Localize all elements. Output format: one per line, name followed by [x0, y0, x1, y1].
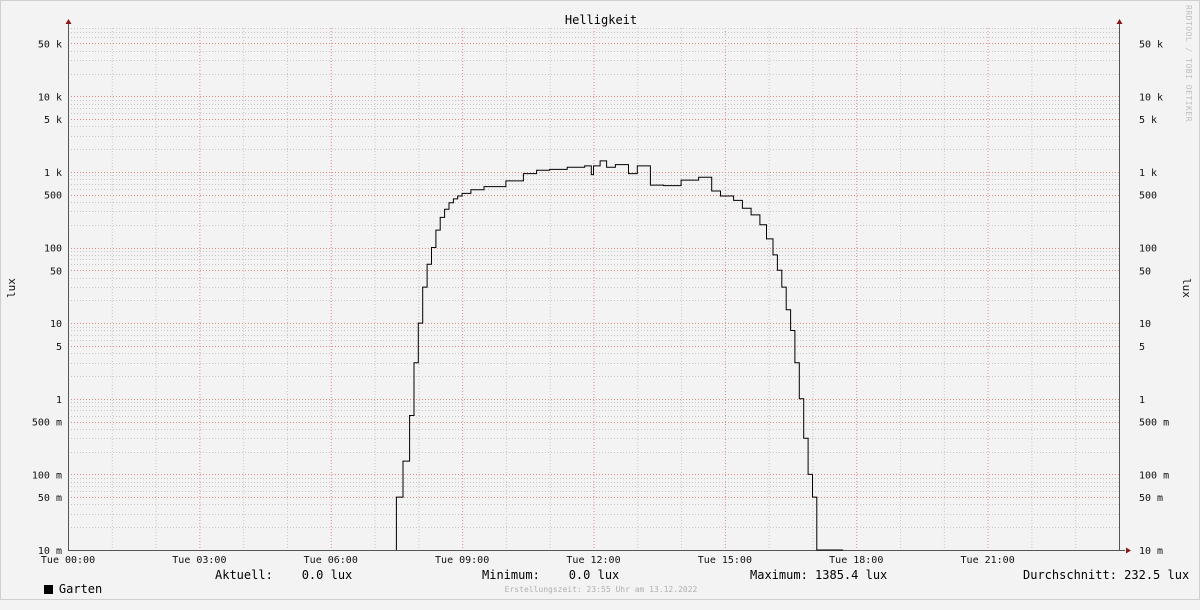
y-tick-label-left: 500	[44, 191, 62, 202]
legend-minimum: Minimum: 0.0 lux	[482, 568, 620, 582]
y-tick-label-right: 5	[1139, 342, 1145, 353]
x-tick-label: Tue 18:00	[829, 555, 883, 566]
y-tick-label-right: 50 k	[1139, 39, 1163, 50]
y-tick-label-left: 5 k	[44, 115, 62, 126]
y-tick-label-right: 50 m	[1139, 493, 1163, 504]
y-tick-label-left: 50 k	[38, 39, 62, 50]
y-tick-label-left: 10 k	[38, 92, 62, 103]
y-tick-label-right: 10	[1139, 319, 1151, 330]
y-axis-label-left: lux	[5, 278, 18, 298]
y-tick-label-left: 1	[56, 395, 62, 406]
x-axis-arrow	[1126, 547, 1131, 554]
legend-durchschnitt: Durchschnitt: 232.5 lux	[1023, 568, 1190, 582]
axes	[65, 19, 1131, 554]
y-tick-label-right: 100	[1139, 244, 1157, 255]
creation-time: Erstellungszeit: 23:55 Uhr am 13.12.2022	[504, 585, 698, 594]
x-tick-label: Tue 06:00	[304, 555, 358, 566]
chart-frame: 50 k 50 k 10 k 10 k 5 k 5 k 1 k 1 k 500 500 100 100…	[0, 0, 1200, 600]
y-axis-label-right: lux	[1180, 278, 1193, 298]
tick-labels: 50 k 50 k 10 k 10 k 5 k 5 k 1 k 1 k 500 500 100 100…	[32, 39, 1169, 566]
y-tick-label-left: 100 m	[32, 470, 62, 481]
y-tick-label-left: 10	[50, 319, 62, 330]
brightness-chart: 50 k 50 k 10 k 10 k 5 k 5 k 1 k 1 k 500 500 100 100…	[5, 13, 1193, 566]
legend-maximum: Maximum: 1385.4 lux	[750, 568, 888, 582]
y-axis-arrow-left	[65, 19, 72, 24]
y-tick-label-right: 100 m	[1139, 470, 1169, 481]
x-tick-label: Tue 12:00	[566, 555, 620, 566]
y-tick-label-left: 100	[44, 244, 62, 255]
chart-title: Helligkeit	[565, 13, 637, 27]
y-tick-label-right: 1	[1139, 395, 1145, 406]
y-tick-label-left: 1 k	[44, 168, 62, 179]
y-axis-arrow-right	[1116, 19, 1123, 24]
y-tick-label-left: 5	[56, 342, 62, 353]
y-tick-label-left: 500 m	[32, 418, 62, 429]
x-tick-label: Tue 09:00	[435, 555, 489, 566]
y-tick-label-right: 10 m	[1139, 546, 1163, 557]
x-tick-label: Tue 21:00	[961, 555, 1015, 566]
y-tick-label-right: 500	[1139, 191, 1157, 202]
y-tick-label-right: 5 k	[1139, 115, 1157, 126]
watermark: RRDTOOL / TOBI OETIKER	[1184, 5, 1193, 122]
x-tick-label: Tue 00:00	[41, 555, 95, 566]
x-tick-label: Tue 15:00	[698, 555, 752, 566]
y-tick-label-left: 50	[50, 266, 62, 277]
legend-aktuell: Aktuell: 0.0 lux	[215, 568, 353, 582]
x-tick-label: Tue 03:00	[172, 555, 226, 566]
y-tick-label-right: 1 k	[1139, 168, 1157, 179]
y-tick-label-right: 500 m	[1139, 418, 1169, 429]
y-tick-label-left: 50 m	[38, 493, 62, 504]
y-tick-label-right: 10 k	[1139, 92, 1163, 103]
grid	[68, 28, 1120, 551]
y-tick-label-right: 50	[1139, 266, 1151, 277]
